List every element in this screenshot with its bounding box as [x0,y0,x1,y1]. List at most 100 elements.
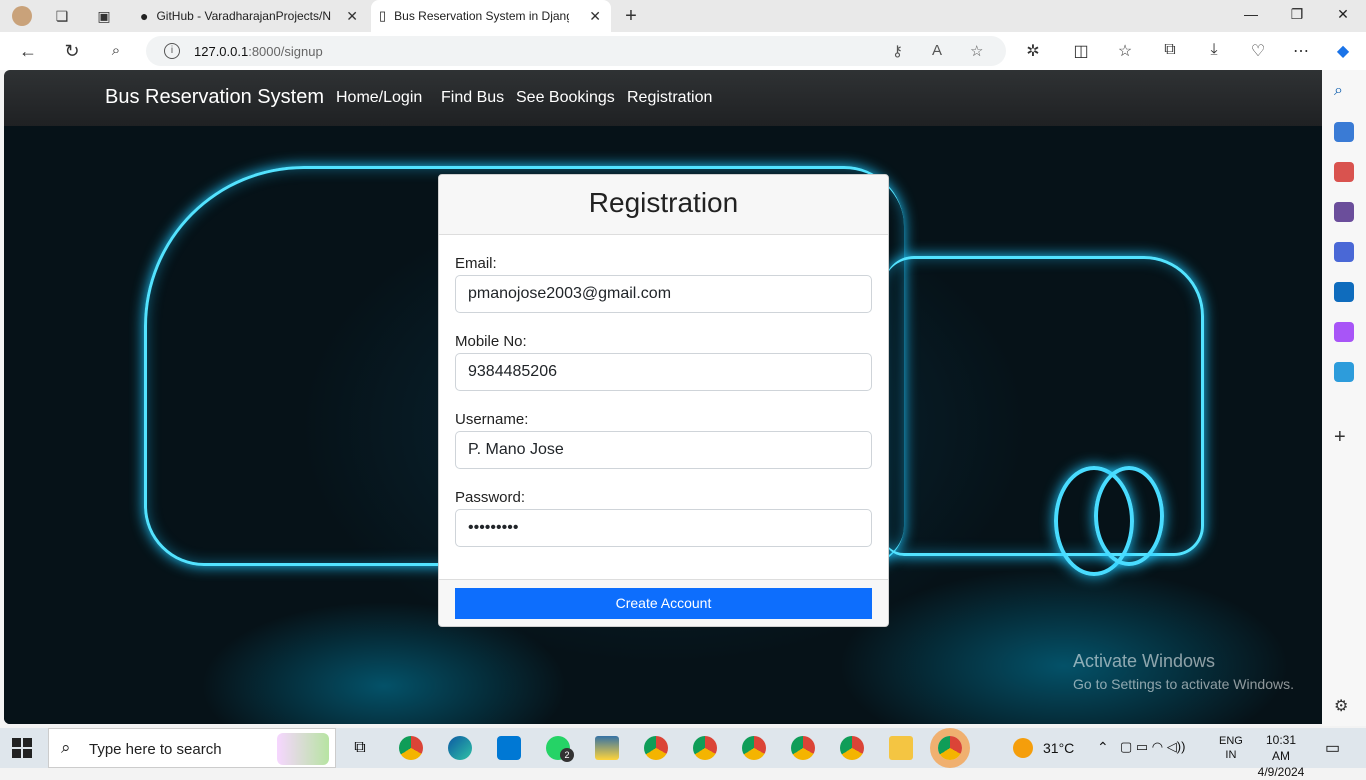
whatsapp-badge: 2 [560,748,574,762]
chrome-profile-icon[interactable] [840,736,864,760]
nav-link-find-bus[interactable]: Find Bus [441,89,504,107]
tab-actions-icon[interactable]: ▣ [94,6,114,26]
nav-link-registration[interactable]: Registration [627,89,712,107]
windows-taskbar: ⌕ Type here to search ⧉ 2 31°C ⌃ ▢ ▭ ◠ ◁… [0,728,1366,779]
mobile-label: Mobile No: [455,333,527,350]
address-bar-row: ← ↻ ⌕ i 127.0.0.1:8000/signup ⚷ A ☆ ✲ ◫ … [0,32,1366,70]
activate-windows-watermark: Activate Windows Go to Settings to activ… [1073,651,1294,692]
search-icon[interactable]: ⌕ [106,41,126,61]
chrome-profile-icon[interactable] [742,736,766,760]
chrome-icon[interactable] [399,736,423,760]
search-highlight-image [277,733,329,765]
tab-title: Bus Reservation System in Djang [394,9,570,23]
task-view-icon[interactable]: ⧉ [348,736,372,760]
temperature-text: 31°C [1043,740,1075,756]
office-icon[interactable] [1334,242,1354,262]
favorites-icon[interactable]: ☆ [1115,41,1135,61]
tools-icon[interactable] [1334,162,1354,182]
collections-icon[interactable]: ⧉ [1160,41,1180,59]
site-navbar: Bus Reservation System Home/Login Find B… [4,70,1322,126]
card-footer: Create Account [439,579,888,626]
more-menu-icon[interactable]: ⋯ [1291,41,1311,61]
mobile-field[interactable]: 9384485206 [455,353,872,391]
chrome-active-icon[interactable] [938,736,962,760]
create-account-button[interactable]: Create Account [455,588,872,619]
maximize-button[interactable]: ❐ [1287,6,1307,23]
email-label: Email: [455,255,497,272]
search-icon: ⌕ [61,738,71,757]
tray-chevron-up-icon[interactable]: ⌃ [1097,739,1109,779]
file-explorer-icon[interactable] [889,736,913,760]
language-indicator[interactable]: ENG IN [1219,734,1243,774]
card-header: Registration [439,175,888,235]
github-icon: ● [140,8,149,24]
designer-icon[interactable] [1334,322,1354,342]
side-panel: ⌕ + ⚙ [1322,70,1366,726]
refresh-icon[interactable]: ↻ [62,41,82,61]
page-title: Registration [588,187,739,218]
extensions-icon[interactable]: ✲ [1023,41,1043,61]
edge-icon[interactable] [448,736,472,760]
page-viewport: Bus Reservation System Home/Login Find B… [4,70,1322,724]
outlook-icon[interactable] [1334,282,1354,302]
tab-title: GitHub - VaradharajanProjects/N [156,9,331,23]
notifications-icon[interactable]: ▭ [1325,738,1340,778]
add-icon[interactable]: + [1334,426,1354,448]
username-field[interactable]: P. Mano Jose [455,431,872,469]
region-code: IN [1225,749,1237,761]
split-screen-icon[interactable]: ◫ [1071,41,1091,61]
close-tab-icon[interactable]: ✕ [589,8,601,25]
tab-github[interactable]: ● GitHub - VaradharajanProjects/N ✕ [132,0,368,32]
clock-date: 4/9/2024 [1257,765,1305,779]
profile-avatar[interactable] [12,6,32,26]
read-aloud-icon[interactable]: A [932,42,942,59]
sun-icon [1013,738,1033,758]
username-label: Username: [455,411,529,428]
copilot-icon[interactable]: ◆ [1333,41,1353,61]
taskbar-search-box[interactable]: ⌕ Type here to search [48,728,336,768]
browser-tab-bar: ❏ ▣ ● GitHub - VaradharajanProjects/N ✕ … [0,0,1366,32]
chrome-profile-icon[interactable] [644,736,668,760]
chrome-profile-icon[interactable] [791,736,815,760]
password-field[interactable]: ••••••••• [455,509,872,547]
bus-wheel [1094,466,1164,566]
close-tab-icon[interactable]: ✕ [346,8,358,25]
weather-widget[interactable]: 31°C [1013,728,1093,768]
back-icon[interactable]: ← [18,41,38,61]
vscode-icon[interactable] [497,736,521,760]
search-icon[interactable]: ⌕ [1334,82,1354,102]
downloads-icon[interactable]: ⤓ [1204,41,1224,59]
performance-icon[interactable]: ♡ [1248,41,1268,61]
chrome-profile-icon[interactable] [693,736,717,760]
tray-status-icons[interactable]: ▢ ▭ ◠ ◁)) [1120,739,1185,779]
page-icon: ▯ [379,8,387,23]
favorite-star-icon[interactable]: ☆ [970,42,983,60]
games-icon[interactable] [1334,202,1354,222]
tab-bus-reservation[interactable]: ▯ Bus Reservation System in Djang ✕ [371,0,611,32]
shopping-icon[interactable] [1334,122,1354,142]
clock[interactable]: 10:31 AM 4/9/2024 [1256,732,1306,779]
nav-link-home-login[interactable]: Home/Login [336,89,422,107]
language-code: ENG [1219,735,1243,747]
workspaces-icon[interactable]: ❏ [52,6,72,26]
settings-gear-icon[interactable]: ⚙ [1334,696,1354,716]
windows-start-icon[interactable] [12,738,32,758]
registration-card: Registration Email: pmanojose2003@gmail.… [438,174,889,627]
email-field[interactable]: pmanojose2003@gmail.com [455,275,872,313]
url-input[interactable]: i 127.0.0.1:8000/signup ⚷ A ☆ [146,36,1006,66]
minimize-button[interactable]: — [1241,6,1261,22]
whatsapp-icon[interactable]: 2 [546,736,574,762]
password-key-icon[interactable]: ⚷ [892,42,903,60]
close-window-button[interactable]: ✕ [1333,6,1353,23]
drop-icon[interactable] [1334,362,1354,382]
watermark-subtitle: Go to Settings to activate Windows. [1073,676,1294,692]
site-brand[interactable]: Bus Reservation System [105,86,324,109]
clock-time: 10:31 AM [1265,733,1297,763]
python-icon[interactable] [595,736,619,760]
nav-link-see-bookings[interactable]: See Bookings [516,89,615,107]
url-text[interactable]: 127.0.0.1:8000/signup [194,44,323,59]
new-tab-icon[interactable]: + [621,5,641,27]
password-label: Password: [455,489,526,506]
watermark-title: Activate Windows [1073,651,1216,671]
site-info-icon[interactable]: i [164,43,180,59]
